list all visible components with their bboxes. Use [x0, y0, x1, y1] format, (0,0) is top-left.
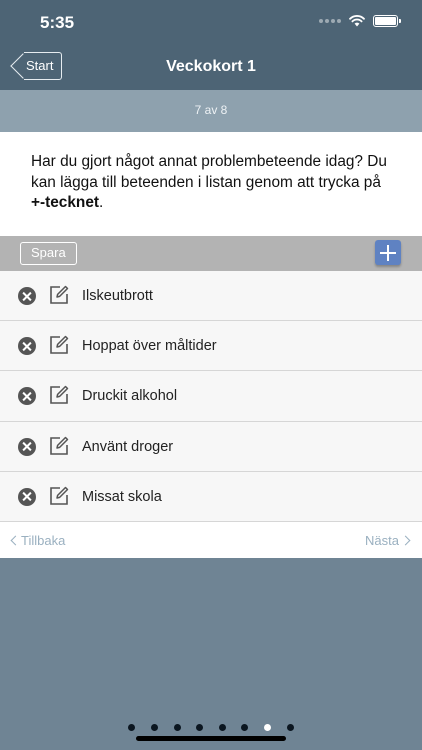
question-bold: +-tecknet: [31, 194, 100, 211]
delete-icon[interactable]: [18, 287, 36, 305]
edit-icon[interactable]: [49, 285, 69, 305]
battery-icon: [373, 15, 401, 27]
list-item: Ilskeutbrott: [0, 271, 422, 322]
page-dot[interactable]: [286, 724, 294, 731]
chevron-left-icon: [10, 535, 21, 546]
list-item: Hoppat över måltider: [0, 321, 422, 372]
question-text: Har du gjort något annat problembeteende…: [0, 132, 422, 236]
list-item-label: Missat skola: [82, 488, 162, 505]
save-button[interactable]: Spara: [20, 242, 77, 265]
list-item-label: Druckit alkohol: [82, 388, 178, 405]
edit-icon[interactable]: [49, 436, 69, 456]
status-bar: 5:35: [0, 0, 422, 44]
behavior-list: Ilskeutbrott Hoppat över måltider Drucki…: [0, 271, 422, 522]
question-line: Har du gjort något annat problembeteende…: [31, 153, 387, 191]
edit-icon[interactable]: [49, 335, 69, 355]
list-item-label: Hoppat över måltider: [82, 338, 217, 355]
add-button[interactable]: [375, 240, 401, 265]
progress-indicator: 7 av 8: [0, 90, 422, 132]
edit-icon[interactable]: [49, 385, 69, 405]
page-dot[interactable]: [196, 724, 204, 731]
list-item-label: Ilskeutbrott: [82, 288, 153, 304]
page-dot[interactable]: [263, 724, 271, 731]
navigation-bar: Start Veckokort 1: [0, 44, 422, 90]
list-item-label: Använt droger: [82, 438, 174, 455]
next-link-label: Nästa: [365, 533, 399, 548]
wifi-icon: [349, 15, 365, 27]
back-link[interactable]: Tillbaka: [10, 533, 65, 548]
edit-icon[interactable]: [49, 486, 69, 506]
home-indicator[interactable]: [136, 736, 286, 741]
delete-icon[interactable]: [18, 487, 36, 506]
question-end: .: [99, 194, 104, 211]
delete-icon[interactable]: [18, 387, 36, 406]
delete-icon[interactable]: [18, 437, 36, 456]
signal-icon: [319, 19, 341, 23]
page-indicator[interactable]: [0, 724, 422, 731]
page-dot[interactable]: [173, 724, 181, 731]
chevron-right-icon: [400, 535, 411, 546]
footer-navigation: Tillbaka Nästa: [0, 522, 422, 558]
list-toolbar: Spara: [0, 236, 422, 271]
list-item: Använt droger: [0, 421, 422, 472]
page-dot[interactable]: [151, 724, 159, 731]
status-icons: [319, 15, 401, 27]
delete-icon[interactable]: [18, 337, 36, 356]
status-time: 5:35: [40, 13, 75, 32]
list-item: Missat skola: [0, 471, 422, 522]
list-item: Druckit alkohol: [0, 371, 422, 422]
page-dot[interactable]: [128, 724, 136, 731]
next-link[interactable]: Nästa: [365, 533, 411, 548]
page-dot[interactable]: [241, 724, 249, 731]
page-title: Veckokort 1: [166, 58, 256, 75]
back-link-label: Tillbaka: [21, 533, 66, 548]
page-dot[interactable]: [218, 724, 226, 731]
